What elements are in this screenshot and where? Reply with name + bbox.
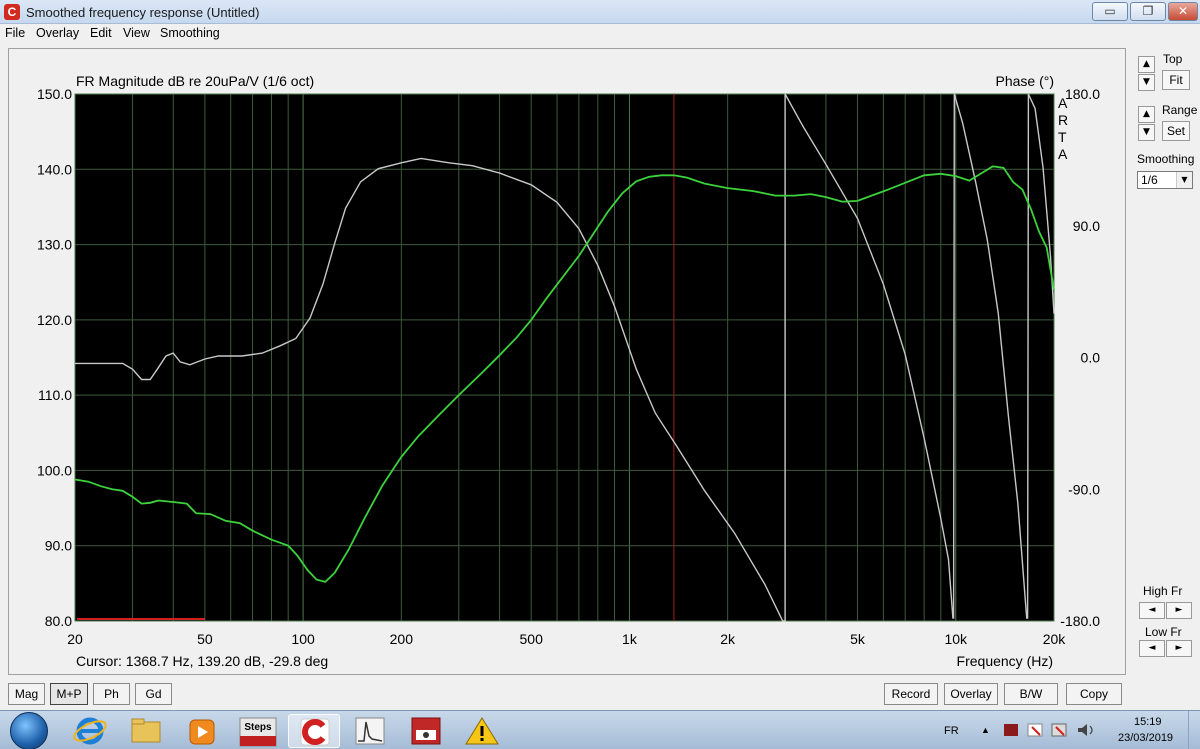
y-tick-labels: 150.0 140.0 130.0 120.0 110.0 100.0 90.0 80.0 <box>37 86 72 629</box>
taskbar-arta[interactable] <box>288 714 340 748</box>
bw-button[interactable]: B/W <box>1004 683 1058 705</box>
arta-app-icon <box>300 718 330 746</box>
top-up-button[interactable]: ▲ <box>1138 56 1155 73</box>
tray-app-icon[interactable] <box>1004 724 1018 736</box>
low-fr-label: Low Fr <box>1145 625 1182 639</box>
smoothing-value: 1/6 <box>1141 173 1158 187</box>
range-down-button[interactable]: ▼ <box>1138 124 1155 141</box>
overlay-button[interactable]: Overlay <box>944 683 998 705</box>
x-axis-label: Frequency (Hz) <box>957 653 1053 669</box>
high-fr-label: High Fr <box>1143 584 1183 598</box>
copy-button[interactable]: Copy <box>1066 683 1122 705</box>
phase-tick-label: 0.0 <box>1081 350 1101 366</box>
frequency-response-chart: 20 50 100 200 500 1k 2k 5k 10k 20k 150.0 140.0 130.… <box>37 73 1100 669</box>
arta-logo-letter-t: T <box>1058 129 1067 145</box>
phase-tick-label: 90.0 <box>1073 218 1100 234</box>
x-tick-label: 20 <box>67 631 83 647</box>
clock-time[interactable]: 15:19 <box>1134 716 1162 728</box>
x-tick-label: 200 <box>390 631 414 647</box>
impulse-response-icon <box>355 717 385 745</box>
show-desktop-button[interactable] <box>1188 711 1200 749</box>
y-tick-label: 140.0 <box>37 161 72 177</box>
arta-logo-letter-a1: A <box>1058 95 1068 111</box>
y-tick-label: 90.0 <box>45 538 72 554</box>
x-tick-label: 100 <box>291 631 315 647</box>
media-player-icon <box>189 719 215 745</box>
mp-button[interactable]: M+P <box>50 683 88 705</box>
internet-explorer-icon <box>73 717 107 745</box>
y-tick-label: 150.0 <box>37 86 72 102</box>
language-indicator[interactable]: FR <box>944 725 959 737</box>
x-tick-label: 500 <box>520 631 544 647</box>
y-tick-label: 100.0 <box>37 462 72 478</box>
tray-icons <box>1004 723 1093 737</box>
range-up-button[interactable]: ▲ <box>1138 106 1155 123</box>
y-tick-label: 110.0 <box>38 387 72 403</box>
x-tick-label: 1k <box>622 631 638 647</box>
phase-axis-title: Phase (°) <box>995 73 1054 89</box>
volume-icon[interactable] <box>1078 724 1087 736</box>
fit-button[interactable]: Fit <box>1162 70 1190 90</box>
top-down-button[interactable]: ▼ <box>1138 74 1155 91</box>
x-tick-label: 2k <box>720 631 736 647</box>
x-tick-label: 20k <box>1043 631 1067 647</box>
taskbar-explorer[interactable] <box>120 714 172 748</box>
cursor-readout: Cursor: 1368.7 Hz, 139.20 dB, -29.8 deg <box>76 653 328 669</box>
x-tick-labels: 20 50 100 200 500 1k 2k 5k 10k 20k <box>67 631 1066 647</box>
warning-icon <box>465 717 499 745</box>
smoothing-label: Smoothing <box>1137 152 1195 166</box>
tray-overflow-icon[interactable]: ▲ <box>981 725 990 735</box>
phase-tick-label: -90.0 <box>1068 481 1100 497</box>
range-label: Range <box>1162 103 1198 117</box>
start-button[interactable] <box>10 712 48 749</box>
phase-tick-labels: 180.0 90.0 0.0 -90.0 -180.0 <box>1060 86 1100 629</box>
mag-button[interactable]: Mag <box>8 683 45 705</box>
gd-button[interactable]: Gd <box>135 683 172 705</box>
y-tick-label: 120.0 <box>37 312 72 328</box>
set-button[interactable]: Set <box>1162 121 1190 141</box>
low-fr-right-button[interactable]: ► <box>1166 640 1192 657</box>
steps-app-icon: Steps <box>239 717 277 747</box>
taskbar-warning[interactable] <box>456 714 508 748</box>
taskbar-steps[interactable]: Steps <box>232 714 284 748</box>
taskbar-impulse[interactable] <box>344 714 396 748</box>
high-fr-right-button[interactable]: ► <box>1166 602 1192 619</box>
taskbar-limp[interactable] <box>400 714 452 748</box>
ph-button[interactable]: Ph <box>93 683 130 705</box>
magnitude-axis-title: FR Magnitude dB re 20uPa/V (1/6 oct) <box>76 73 314 89</box>
plot-area[interactable] <box>75 94 1054 621</box>
arta-logo-letter-r: R <box>1058 112 1068 128</box>
record-button[interactable]: Record <box>884 683 938 705</box>
limp-app-icon <box>411 717 441 745</box>
steps-app-label: Steps <box>244 722 272 733</box>
clock-date[interactable]: 23/03/2019 <box>1118 732 1173 744</box>
taskbar-ie[interactable] <box>64 714 116 748</box>
taskbar: Steps FR ▲ 15:19 23/03/2019 <box>0 710 1200 749</box>
phase-tick-label: -180.0 <box>1060 613 1100 629</box>
x-tick-label: 5k <box>850 631 866 647</box>
low-fr-left-button[interactable]: ◄ <box>1139 640 1165 657</box>
high-fr-left-button[interactable]: ◄ <box>1139 602 1165 619</box>
arta-logo-letter-a2: A <box>1058 146 1068 162</box>
phase-tick-label: 180.0 <box>1065 86 1100 102</box>
y-tick-label: 130.0 <box>37 237 72 253</box>
x-tick-label: 10k <box>944 631 968 647</box>
x-tick-label: 50 <box>197 631 213 647</box>
taskbar-media-player[interactable] <box>176 714 228 748</box>
folder-icon <box>131 718 161 743</box>
smoothing-select[interactable]: 1/6 ▼ <box>1137 171 1193 189</box>
top-label: Top <box>1163 52 1183 66</box>
chevron-down-icon[interactable]: ▼ <box>1176 172 1192 188</box>
y-tick-label: 80.0 <box>45 613 72 629</box>
